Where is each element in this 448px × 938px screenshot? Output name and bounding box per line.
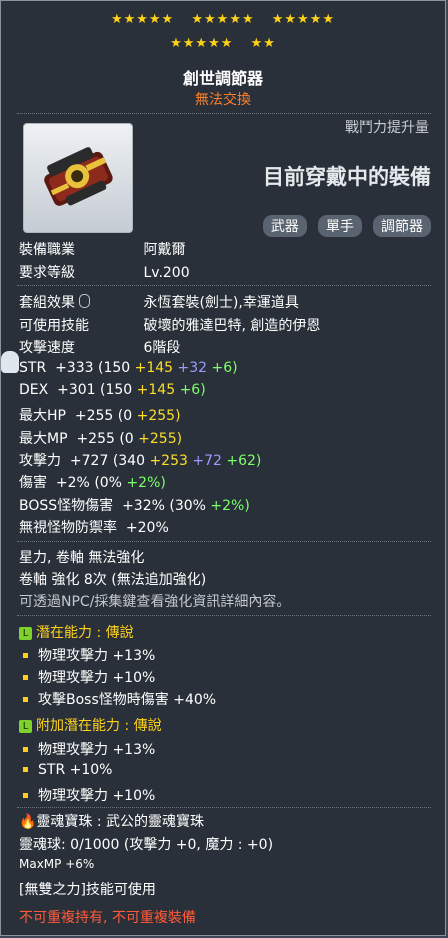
required-job-row: 裝備職業 阿戴爾 <box>19 239 185 259</box>
soul-flame-icon: 🔥 <box>19 814 37 830</box>
stat-row-dex: DEX +301 (150 +145 +6) <box>19 382 206 398</box>
mouse-icon <box>79 294 90 308</box>
required-job-value: 阿戴爾 <box>143 242 186 258</box>
bullet-icon <box>23 675 28 680</box>
attack-speed-value: 6階段 <box>143 340 181 356</box>
combat-power-label: 戰鬥力提升量 <box>345 120 429 136</box>
tag-one-handed: 單手 <box>317 215 362 237</box>
enhance-line-2: 卷軸 強化 8次 (無法追加強化) <box>19 572 207 588</box>
divider <box>17 541 431 542</box>
potential-line: 物理攻擊力 +10% <box>19 667 155 687</box>
bonus-potential-line: 物理攻擊力 +10% <box>19 785 155 805</box>
divider <box>17 615 431 616</box>
stat-row-ignore-defense: 無視怪物防禦率 +20% <box>19 520 169 536</box>
potential-title: L 潛在能力 : 傳說 <box>19 622 134 642</box>
tag-controller: 調節器 <box>373 215 431 237</box>
star-group: ★★★★★ <box>271 12 336 27</box>
stat-row-boss-damage: BOSS怪物傷害 +32% (30% +2%) <box>19 498 250 514</box>
bonus-potential-title: L 附加潛在能力 : 傳說 <box>19 715 162 735</box>
hand-cursor-icon <box>1 351 19 373</box>
legendary-badge-icon: L <box>19 720 32 733</box>
set-effect-value: 永恆套裝(劍士),幸運道具 <box>143 295 299 311</box>
trade-status: 無法交換 <box>195 92 251 108</box>
star-group: ★★★★★ <box>110 12 175 27</box>
item-name: 創世調節器 <box>182 69 263 88</box>
stat-row-str: STR +333 (150 +145 +32 +6) <box>19 360 238 376</box>
legendary-badge-icon: L <box>19 627 32 640</box>
required-job-label: 裝備職業 <box>19 242 75 258</box>
bullet-icon <box>23 767 28 772</box>
currently-equipped-label: 目前穿戴中的裝備 <box>263 165 431 189</box>
stat-row-max-mp: 最大MP +255 (0 +255) <box>19 431 183 447</box>
stat-row-damage: 傷害 +2% (0% +2%) <box>19 475 166 491</box>
bullet-icon <box>23 747 28 752</box>
unique-warning: 不可重複持有, 不可重複裝備 <box>19 910 196 926</box>
attack-speed-row: 攻擊速度 6階段 <box>19 337 180 357</box>
enhance-hint: 可透過NPC/採集鍵查看強化資訊詳細內容。 <box>19 594 291 610</box>
set-effect-label: 套組效果 <box>19 292 139 312</box>
star-force-row-1: ★★★★★ ★★★★★ ★★★★★ <box>1 13 445 27</box>
item-icon-frame <box>23 123 133 233</box>
star-group: ★★★★★ <box>170 36 234 51</box>
controller-weapon-icon <box>44 147 113 206</box>
required-level-label: 要求等級 <box>19 265 75 281</box>
divider <box>17 113 431 114</box>
bullet-icon <box>23 653 28 658</box>
bullet-icon <box>23 697 28 702</box>
divider <box>17 285 431 286</box>
set-effect-row: 套組效果 永恆套裝(劍士),幸運道具 <box>19 292 299 312</box>
bullet-icon <box>23 793 28 798</box>
star-group: ★★★★★ <box>191 12 255 27</box>
bonus-potential-line: 物理攻擊力 +13% <box>19 739 155 759</box>
attack-speed-label: 攻擊速度 <box>19 340 75 356</box>
potential-line: 物理攻擊力 +13% <box>19 645 155 665</box>
usable-skill-label: 可使用技能 <box>19 318 89 334</box>
star-group: ★★ <box>250 36 276 51</box>
required-level-value: Lv.200 <box>143 265 190 281</box>
enhance-line-1: 星力, 卷軸 無法強化 <box>19 550 145 566</box>
item-tags: 武器 單手 調節器 <box>257 215 431 237</box>
usable-skill-value: 破壞的雅達巴特, 創造的伊恩 <box>143 318 321 334</box>
divider <box>17 807 431 808</box>
usable-skill-row: 可使用技能 破壞的雅達巴特, 創造的伊恩 <box>19 315 320 335</box>
star-force-row-2: ★★★★★ ★★ <box>1 37 445 51</box>
required-level-row: 要求等級 Lv.200 <box>19 262 190 282</box>
item-tooltip: ★★★★★ ★★★★★ ★★★★★ ★★★★★ ★★ 創世調節器 無法交換 戰鬥… <box>0 0 446 936</box>
soul-mp-line: MaxMP +6% <box>19 857 95 871</box>
soul-skill-line: [無雙之力]技能可使用 <box>19 882 156 898</box>
bonus-potential-line: STR +10% <box>19 762 112 778</box>
stat-row-attack: 攻擊力 +727 (340 +253 +72 +62) <box>19 453 262 469</box>
potential-line: 攻擊Boss怪物時傷害 +40% <box>19 689 216 709</box>
soul-orb-line: 靈魂球: 0/1000 (攻擊力 +0, 魔力 : +0) <box>19 837 274 853</box>
tag-weapon: 武器 <box>262 215 307 237</box>
soul-title: 🔥靈魂寶珠 : 武公的靈魂寶珠 <box>19 814 205 830</box>
stat-row-max-hp: 最大HP +255 (0 +255) <box>19 408 181 424</box>
